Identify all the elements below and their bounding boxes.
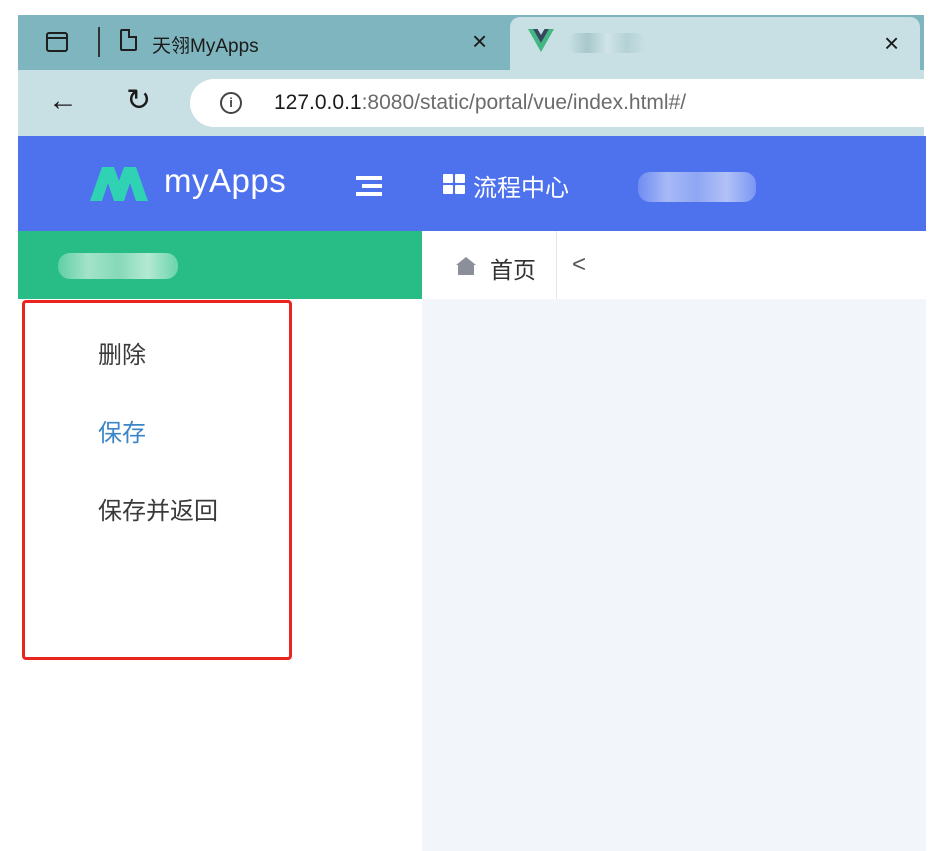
grid-icon (443, 174, 465, 194)
highlight-annotation-box (22, 300, 292, 660)
browser-tab-active[interactable]: × (510, 17, 920, 72)
app-header: myApps 流程中心 (18, 136, 926, 231)
chevron-left-icon[interactable]: < (572, 251, 586, 279)
vue-logo-icon (528, 29, 554, 52)
tab-title: 天翎MyApps (152, 36, 259, 57)
close-icon[interactable]: × (472, 27, 487, 55)
url-input[interactable]: i 127.0.0.1:8080/static/portal/vue/index… (190, 79, 930, 127)
browser-tab-myapps[interactable]: 天翎MyApps × (110, 15, 505, 70)
nav-link-process-center[interactable]: 流程中心 (473, 168, 569, 203)
url-host: 127.0.0.1 (274, 91, 362, 114)
tab-title-redacted (568, 33, 646, 53)
logo-text: myApps (164, 162, 287, 199)
close-icon[interactable]: × (884, 29, 899, 57)
breadcrumb-divider (556, 231, 557, 299)
tab-separator (98, 27, 100, 57)
reload-icon[interactable]: ↻ (126, 84, 151, 118)
home-icon (456, 257, 476, 275)
info-icon[interactable]: i (220, 92, 242, 114)
sidebar-header-redacted (58, 253, 178, 279)
address-bar: ← ↻ i 127.0.0.1:8080/static/portal/vue/i… (18, 70, 930, 136)
page-icon (120, 29, 137, 51)
browser-tab-strip: 天翎MyApps × × (18, 15, 924, 72)
sidebar-toggle-icon[interactable] (46, 32, 68, 52)
main-content (422, 299, 926, 851)
logo-icon (90, 167, 148, 201)
header-redacted (638, 172, 756, 202)
menu-collapse-icon[interactable] (356, 176, 382, 196)
sidebar-header (18, 231, 422, 299)
url-path: :8080/static/portal/vue/index.html#/ (361, 91, 687, 114)
breadcrumb: 首页 < (422, 231, 926, 299)
url-text: 127.0.0.1:8080/static/portal/vue/index.h… (274, 91, 686, 115)
breadcrumb-home[interactable]: 首页 (490, 251, 536, 285)
back-arrow-icon[interactable]: ← (48, 84, 78, 118)
